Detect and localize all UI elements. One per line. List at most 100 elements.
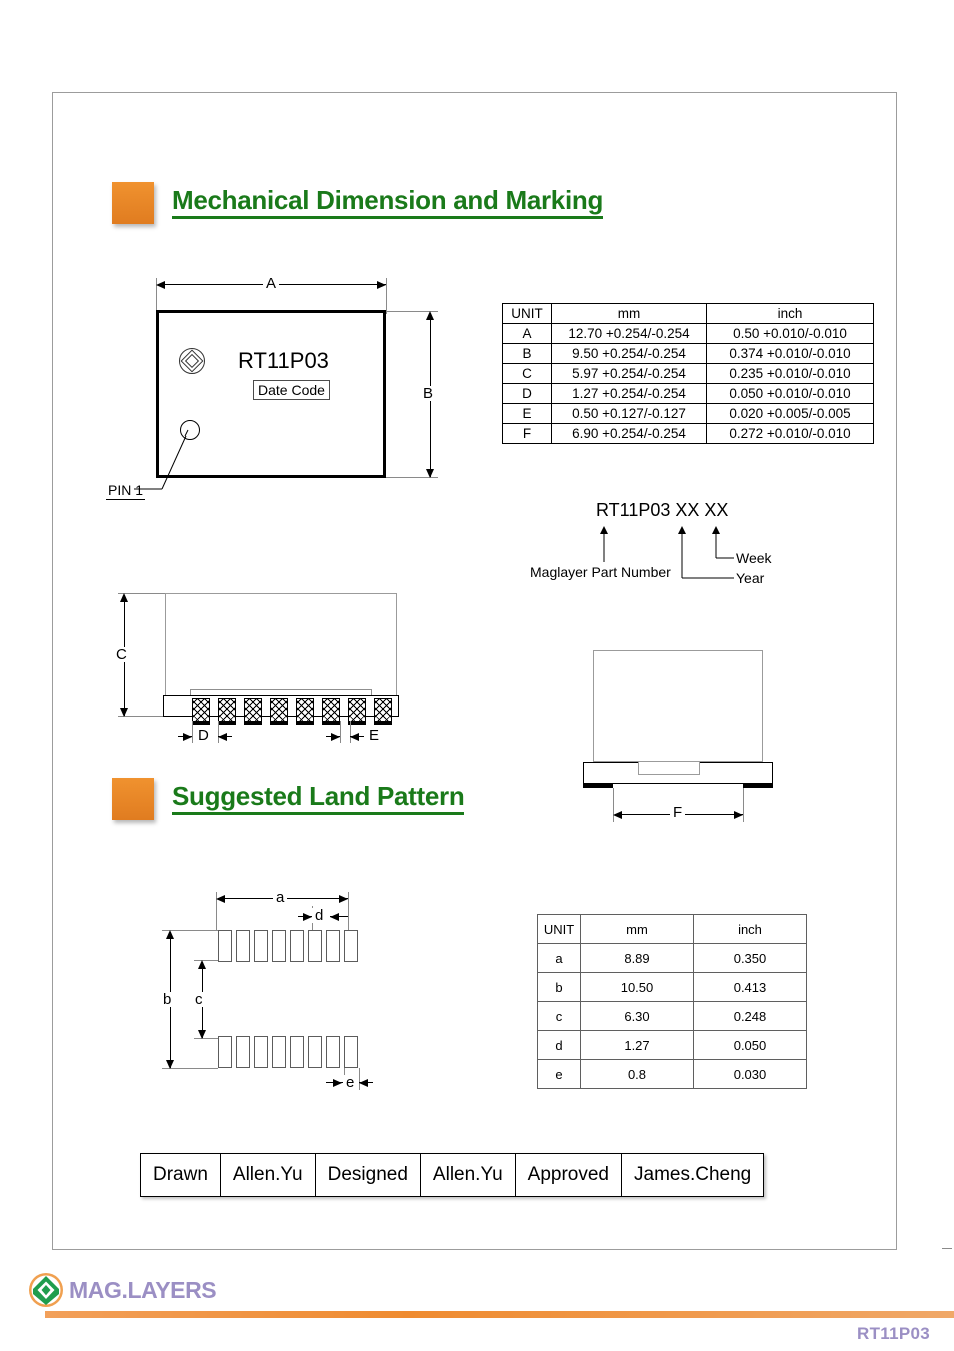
land-pad xyxy=(290,1036,304,1068)
dim-a-arrow-left xyxy=(156,281,165,289)
cell-inch: 0.350 xyxy=(693,943,807,973)
dim-e-arrow-in-right xyxy=(350,733,359,741)
mechanical-dimension-table: UNIT mm inch A 12.70 +0.254/-0.254 0.50 … xyxy=(502,303,874,444)
marking-week-label: Week xyxy=(736,550,772,566)
header-inch: inch xyxy=(706,303,874,324)
header-unit: UNIT xyxy=(502,303,552,324)
dim-d-lp-label: d xyxy=(312,908,327,923)
cell-mm: 1.27 xyxy=(580,1030,694,1060)
cell-unit: F xyxy=(502,423,552,444)
dim-f-arrow-right xyxy=(734,811,743,819)
table-row: a 8.89 0.350 xyxy=(537,943,807,973)
cell-inch: 0.248 xyxy=(693,1001,807,1031)
cell-mm: 8.89 xyxy=(580,943,694,973)
header-unit: UNIT xyxy=(537,914,581,944)
pin-foot xyxy=(322,721,340,725)
maglayers-diamond-icon xyxy=(178,347,206,380)
dim-e-lp-arrow-right xyxy=(359,1079,368,1087)
dim-c-arrow-top xyxy=(120,593,128,602)
dim-b-arrow-bottom xyxy=(426,469,434,478)
top-view-drawing: A B RT11P03 Date Code PIN 1 xyxy=(106,270,458,515)
dim-a-label: A xyxy=(263,276,280,291)
table-row: C 5.97 +0.254/-0.254 0.235 +0.010/-0.010 xyxy=(502,363,874,384)
dim-c-lp-arrow-top xyxy=(198,960,206,969)
pin1-label: PIN 1 xyxy=(106,482,146,500)
marking-part-number-label: Maglayer Part Number xyxy=(530,564,671,580)
land-pad xyxy=(290,930,304,962)
pin-foot xyxy=(192,721,210,725)
header-mm: mm xyxy=(580,914,694,944)
table-row: e 0.8 0.030 xyxy=(537,1059,807,1089)
dim-b-label: B xyxy=(420,386,437,401)
end-view-drawing: F xyxy=(575,640,775,830)
package-part-number: RT11P03 xyxy=(238,348,329,373)
dim-d-ext-left xyxy=(192,721,193,743)
cell-mm: 1.27 +0.254/-0.254 xyxy=(551,383,707,404)
cell-inch: 0.272 +0.010/-0.010 xyxy=(706,423,874,444)
dim-b-arrow-top xyxy=(426,311,434,320)
dim-c-arrow-bottom xyxy=(120,708,128,717)
dim-d-arrow-in-right xyxy=(218,733,227,741)
marking-callout: RT11P03 XX XX Maglayer Part Number Week … xyxy=(520,500,840,595)
side-view-drawing: C D E xyxy=(100,585,440,750)
footer-logo: MAG.LAYERS xyxy=(28,1272,217,1308)
signature-label-drawn: Drawn xyxy=(140,1153,221,1197)
dim-b-lp-arrow-top xyxy=(166,930,174,939)
land-pad xyxy=(236,930,250,962)
dim-f-arrow-left xyxy=(613,811,622,819)
land-pad xyxy=(344,930,358,962)
cell-unit: C xyxy=(502,363,552,384)
dim-d-lp-arrow-left xyxy=(303,913,312,921)
cell-inch: 0.050 +0.010/-0.010 xyxy=(706,383,874,404)
marking-year-label: Year xyxy=(736,570,765,586)
land-pad xyxy=(254,1036,268,1068)
cell-unit: E xyxy=(502,403,552,424)
dim-a-lp-ext-right xyxy=(348,892,349,930)
dim-e-label: E xyxy=(366,728,383,743)
signature-value-designed: Allen.Yu xyxy=(419,1153,516,1197)
orange-bullet-icon xyxy=(112,778,154,820)
dim-e-lp-arrow-left xyxy=(333,1079,342,1087)
package-foot-right xyxy=(743,784,773,788)
dim-b-lp-label: b xyxy=(160,992,175,1007)
dim-a-arrow-right xyxy=(377,281,386,289)
signature-value-drawn: Allen.Yu xyxy=(219,1153,316,1197)
table-row: B 9.50 +0.254/-0.254 0.374 +0.010/-0.010 xyxy=(502,343,874,364)
land-pattern-table: UNIT mm inch a 8.89 0.350 b 10.50 0.413 … xyxy=(537,914,807,1089)
dim-b-lp-arrow-bottom xyxy=(166,1060,174,1069)
signature-value-approved: James.Cheng xyxy=(620,1153,765,1197)
table-header-row: UNIT mm inch xyxy=(537,914,807,944)
dim-d-arrow-in-left xyxy=(183,733,192,741)
cell-unit: D xyxy=(502,383,552,404)
cell-mm: 9.50 +0.254/-0.254 xyxy=(551,343,707,364)
cell-inch: 0.413 xyxy=(693,972,807,1002)
section-heading-land-pattern-label: Suggested Land Pattern xyxy=(172,782,465,816)
table-row: c 6.30 0.248 xyxy=(537,1001,807,1031)
header-inch: inch xyxy=(693,914,807,944)
table-row: d 1.27 0.050 xyxy=(537,1030,807,1060)
dim-a-ext-right xyxy=(386,278,387,314)
footer-company-name: MAG.LAYERS xyxy=(69,1276,217,1303)
dim-d-label: D xyxy=(195,728,212,743)
section-heading-mechanical: Mechanical Dimension and Marking xyxy=(112,182,603,224)
cell-mm: 6.30 xyxy=(580,1001,694,1031)
land-pad xyxy=(326,1036,340,1068)
land-pad xyxy=(308,930,322,962)
land-pad xyxy=(272,1036,286,1068)
land-pad xyxy=(218,1036,232,1068)
footer-part-number: RT11P03 xyxy=(857,1324,930,1343)
table-row: D 1.27 +0.254/-0.254 0.050 +0.010/-0.010 xyxy=(502,383,874,404)
cell-unit: e xyxy=(537,1059,581,1089)
package-notch-end xyxy=(638,762,700,775)
dim-c-lp-label: c xyxy=(192,992,206,1007)
cell-mm: 5.97 +0.254/-0.254 xyxy=(551,363,707,384)
pin-foot xyxy=(218,721,236,725)
dim-e-ext-left xyxy=(340,721,341,743)
land-pattern-drawing: a d b c e xyxy=(140,880,400,1090)
dim-a-lp-arrow-right xyxy=(339,895,348,903)
cell-unit: B xyxy=(502,343,552,364)
cell-inch: 0.374 +0.010/-0.010 xyxy=(706,343,874,364)
land-pad xyxy=(308,1036,322,1068)
table-row: E 0.50 +0.127/-0.127 0.020 +0.005/-0.005 xyxy=(502,403,874,424)
pin1-marker-icon xyxy=(180,420,200,440)
